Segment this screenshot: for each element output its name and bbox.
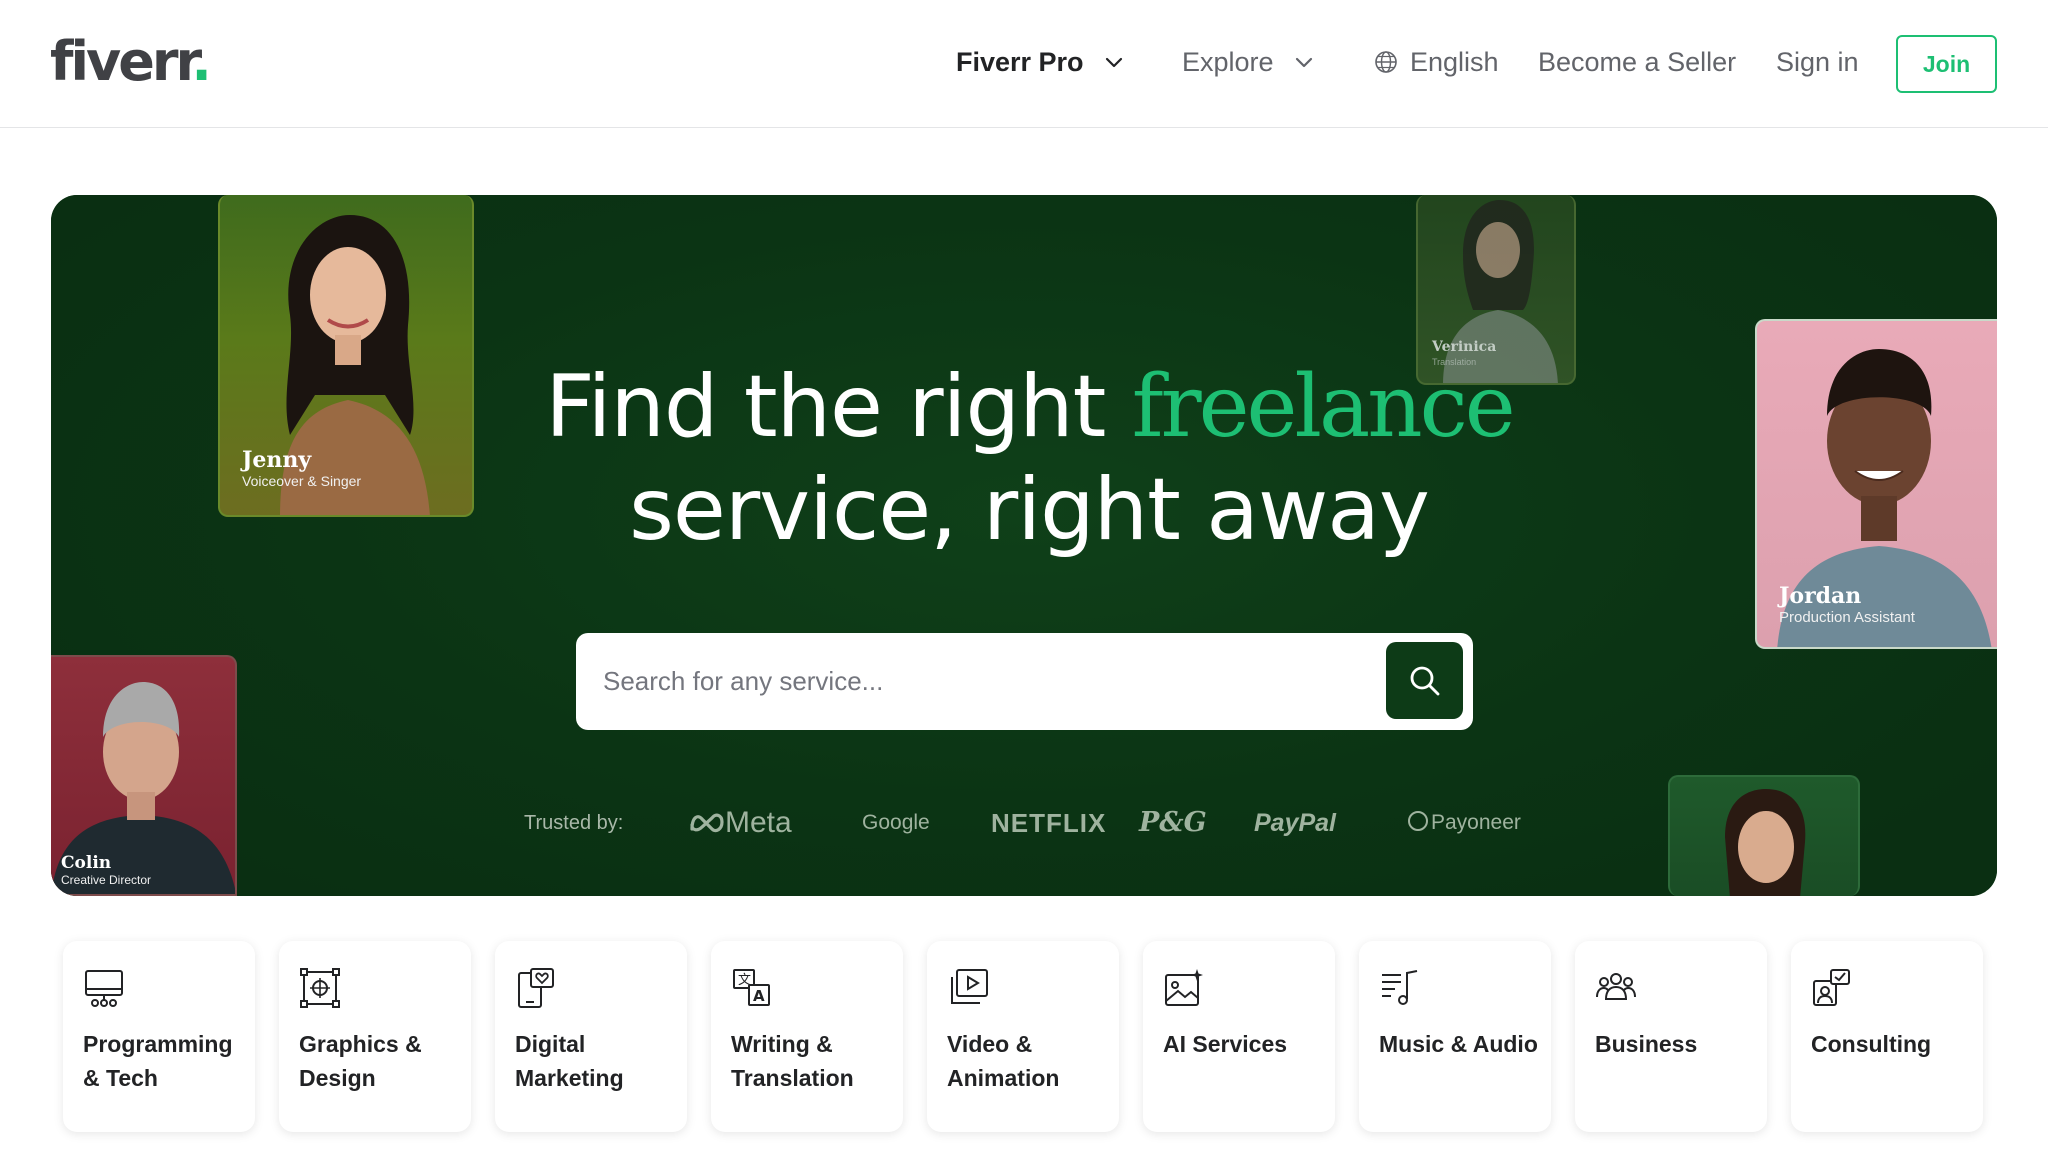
category-label: Programming & Tech <box>83 1031 233 1091</box>
category-label: Digital Marketing <box>515 1031 624 1091</box>
search-bar <box>576 633 1473 730</box>
category-card-writing-translation[interactable]: 文A Writing & Translation <box>711 941 903 1132</box>
chevron-down-icon <box>1295 57 1313 67</box>
category-card-video-animation[interactable]: Video & Animation <box>927 941 1119 1132</box>
category-card-business[interactable]: Business <box>1575 941 1767 1132</box>
nav-language-label: English <box>1410 47 1499 77</box>
brand-meta: Meta <box>689 800 792 846</box>
category-label: Consulting <box>1811 1031 1932 1057</box>
search-icon <box>1410 666 1440 696</box>
brand-netflix: NETFLIX <box>991 808 1107 838</box>
category-card-consulting[interactable]: Consulting <box>1791 941 1983 1132</box>
svg-text:A: A <box>753 987 765 1005</box>
nav-explore[interactable]: Explore <box>1182 40 1315 84</box>
brand-pg: P&G <box>1139 807 1207 838</box>
nav-explore-label: Explore <box>1182 47 1274 77</box>
freelancer-name: Jordan <box>1779 583 1862 609</box>
top-header: fiverr. Fiverr Pro Explore English Becom… <box>0 0 2048 128</box>
nav-become-seller[interactable]: Become a Seller <box>1538 40 1736 84</box>
phone-heart-icon <box>518 968 554 1008</box>
category-card-digital-marketing[interactable]: Digital Marketing <box>495 941 687 1132</box>
design-frame-icon <box>300 968 340 1008</box>
hero-headline-line1: Find the right freelance <box>545 357 1516 457</box>
monitor-code-icon <box>85 970 123 1007</box>
category-card-ai-services[interactable]: AI Services <box>1143 941 1335 1132</box>
music-note-icon <box>1382 970 1418 1005</box>
payoneer-ring-icon <box>1408 811 1428 832</box>
brand-payoneer: Payoneer <box>1407 800 1521 846</box>
category-label: AI Services <box>1163 1031 1288 1057</box>
freelancer-name: Verinica <box>1432 339 1497 355</box>
consulting-chat-icon <box>1813 969 1850 1006</box>
hero-headline-line2: service, right away <box>629 460 1430 560</box>
freelancer-role: Creative Director <box>61 873 152 887</box>
ai-image-icon <box>1165 969 1203 1006</box>
category-card-music-audio[interactable]: Music & Audio <box>1359 941 1551 1132</box>
hero-headline-accent: freelance <box>1131 357 1516 457</box>
hero-banner: Jenny Voiceover & Singer Verinica Transl… <box>51 195 1997 896</box>
freelancer-card-partial <box>1668 775 1860 896</box>
category-card-programming-tech[interactable]: Programming & Tech <box>63 941 255 1132</box>
trusted-by-label: Trusted by: <box>524 812 624 834</box>
category-label: Writing & Translation <box>731 1031 854 1091</box>
join-button[interactable]: Join <box>1896 35 1997 93</box>
brand-google: Google <box>862 811 930 834</box>
category-label: Video & Animation <box>947 1031 1060 1091</box>
freelancer-portrait <box>1725 789 1806 896</box>
nav-language[interactable]: English <box>1374 40 1499 84</box>
people-group-icon <box>1596 973 1636 1000</box>
video-play-icon <box>951 969 988 1004</box>
freelancer-card-colin: Colin Creative Director <box>51 655 237 896</box>
category-cards: Programming & Tech Graphics & Design Dig… <box>63 941 1986 1132</box>
category-label: Music & Audio <box>1379 1031 1538 1057</box>
meta-logo-icon <box>690 813 724 832</box>
search-input[interactable] <box>578 635 1358 728</box>
translate-icon: 文A <box>733 969 770 1006</box>
nav-sign-in[interactable]: Sign in <box>1776 40 1859 84</box>
brand-paypal: PayPal <box>1254 809 1337 837</box>
category-label: Graphics & Design <box>299 1031 422 1091</box>
fiverr-logo[interactable]: fiverr. <box>50 30 212 94</box>
chevron-down-icon <box>1105 57 1123 67</box>
freelancer-name: Colin <box>61 853 112 873</box>
freelancer-role: Production Assistant <box>1779 609 1915 626</box>
category-card-graphics-design[interactable]: Graphics & Design <box>279 941 471 1132</box>
globe-icon <box>1375 51 1397 73</box>
nav-fiverr-pro-label: Fiverr Pro <box>956 47 1084 77</box>
nav-fiverr-pro[interactable]: Fiverr Pro <box>956 40 1125 84</box>
search-button[interactable] <box>1386 642 1463 719</box>
category-label: Business <box>1595 1031 1698 1057</box>
